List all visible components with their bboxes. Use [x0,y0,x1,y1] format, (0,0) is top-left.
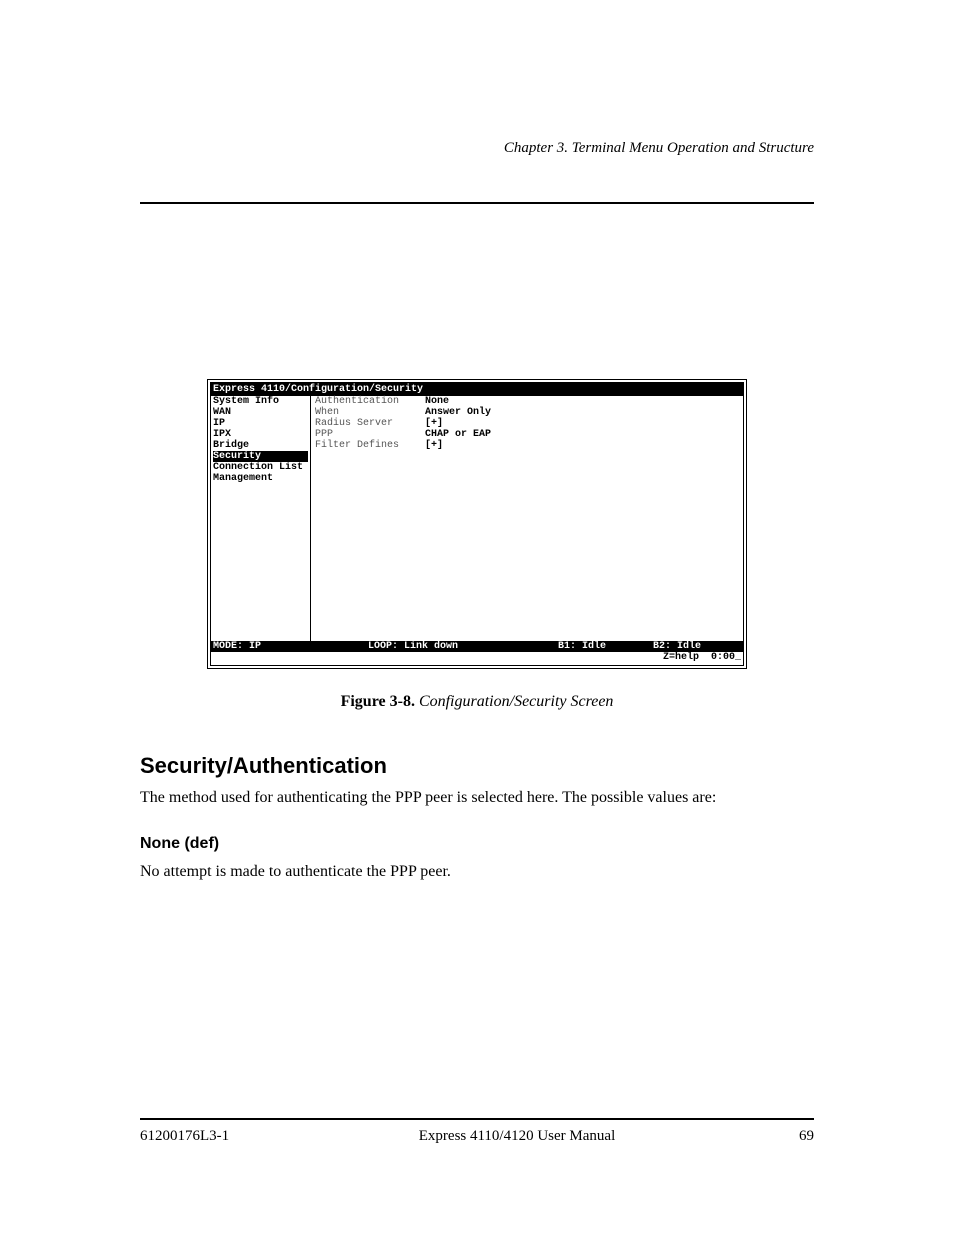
status-b2: B2: Idle [653,641,741,652]
footer-docnum: 61200176L3-1 [140,1128,280,1145]
footer-page: 69 [754,1128,814,1145]
sidebar-item-ipx[interactable]: IPX [213,429,308,440]
section-subhead: None (def) [140,835,814,853]
field-label: Filter Defines [315,440,425,451]
sidebar-item-ip[interactable]: IP [213,418,308,429]
field-value: Answer Only [425,407,491,418]
content-pane: Authentication None When Answer Only Rad… [311,396,743,641]
field-label: PPP [315,429,425,440]
status-mode: MODE: IP [213,641,368,652]
field-filter-defines[interactable]: Filter Defines [+] [315,440,739,451]
sidebar-item-connection-list[interactable]: Connection List [213,462,308,473]
field-authentication[interactable]: Authentication None [315,396,739,407]
sidebar-item-system-info[interactable]: System Info [213,396,308,407]
header-chapter: Chapter 3. Terminal Menu Operation and S… [140,140,814,157]
field-label: When [315,407,425,418]
section-heading: Security/Authentication [140,753,814,779]
figure-caption: Figure 3-8. Configuration/Security Scree… [140,693,814,711]
field-value: [+] [425,418,443,429]
status-loop: LOOP: Link down [368,641,558,652]
figure-label: Figure 3-8. [341,693,419,710]
figure-title: Configuration/Security Screen [419,693,613,710]
window-body: System Info WAN IP IPX Bridge Security C… [211,396,743,641]
window-title: Express 4110/Configuration/Security [211,383,743,396]
sidebar: System Info WAN IP IPX Bridge Security C… [211,396,311,641]
field-value: [+] [425,440,443,451]
help-bar: Z=help 0:00_ [211,652,743,665]
status-bar: MODE: IP LOOP: Link down B1: Idle B2: Id… [211,641,743,652]
sidebar-item-security[interactable]: Security [213,451,308,462]
field-value: CHAP or EAP [425,429,491,440]
footer-title: Express 4110/4120 User Manual [280,1128,754,1145]
footer-rule [140,1118,814,1120]
field-label: Authentication [315,396,425,407]
field-label: Radius Server [315,418,425,429]
field-radius-server[interactable]: Radius Server [+] [315,418,739,429]
status-b1: B1: Idle [558,641,653,652]
sidebar-item-bridge[interactable]: Bridge [213,440,308,451]
field-value: None [425,396,449,407]
sidebar-item-management[interactable]: Management [213,473,308,484]
field-ppp[interactable]: PPP CHAP or EAP [315,429,739,440]
sidebar-item-wan[interactable]: WAN [213,407,308,418]
terminal-screenshot: Express 4110/Configuration/Security Syst… [207,379,747,669]
field-when[interactable]: When Answer Only [315,407,739,418]
header-rule [140,202,814,204]
section-subbody: No attempt is made to authenticate the P… [140,861,814,883]
section-body: The method used for authenticating the P… [140,787,814,809]
